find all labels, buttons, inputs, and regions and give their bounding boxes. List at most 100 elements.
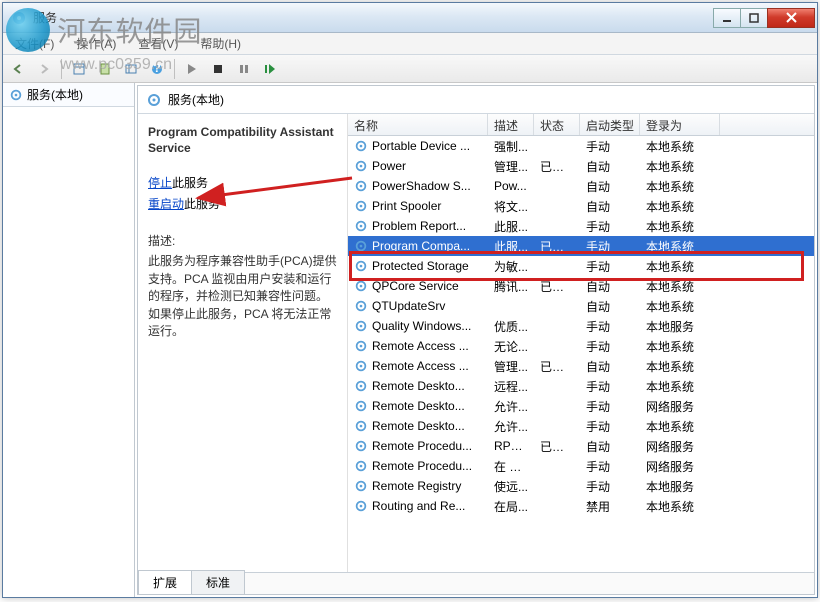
start-service-button[interactable]: [181, 58, 203, 80]
table-row[interactable]: Remote Registry使远...手动本地服务: [348, 476, 814, 496]
col-desc[interactable]: 描述: [488, 114, 534, 135]
description-label: 描述:: [148, 232, 337, 249]
tree-root[interactable]: 服务(本地): [3, 83, 134, 107]
table-row[interactable]: Power管理...已启动自动本地系统: [348, 156, 814, 176]
cell-startup: 自动: [580, 198, 640, 215]
gear-icon: [354, 179, 368, 193]
content-header: 服务(本地): [138, 86, 814, 114]
col-logon[interactable]: 登录为: [640, 114, 720, 135]
cell-desc: 允许...: [488, 398, 534, 415]
cell-desc: 优质...: [488, 318, 534, 335]
gear-icon: [354, 239, 368, 253]
window-title: 服务: [33, 9, 714, 26]
table-header: 名称 描述 状态 启动类型 登录为: [348, 114, 814, 136]
cell-desc: 管理...: [488, 158, 534, 175]
menu-action[interactable]: 操作(A): [70, 33, 122, 54]
cell-logon: 本地系统: [640, 258, 720, 275]
cell-name: Remote Access ...: [348, 339, 488, 353]
restart-link[interactable]: 重启动: [148, 197, 184, 211]
tab-standard[interactable]: 标准: [191, 570, 245, 594]
cell-startup: 手动: [580, 138, 640, 155]
table-row[interactable]: Remote Deskto...远程...手动本地系统: [348, 376, 814, 396]
gear-icon: [354, 399, 368, 413]
stop-service-button[interactable]: [207, 58, 229, 80]
cell-logon: 网络服务: [640, 438, 720, 455]
cell-logon: 本地系统: [640, 278, 720, 295]
gear-icon: [354, 339, 368, 353]
table-row[interactable]: Remote Procedu...在 W...手动网络服务: [348, 456, 814, 476]
cell-desc: 腾讯...: [488, 278, 534, 295]
minimize-button[interactable]: [713, 8, 741, 28]
cell-logon: 本地系统: [640, 178, 720, 195]
help-button[interactable]: ?: [146, 58, 168, 80]
gear-icon: [354, 499, 368, 513]
restart-service-button[interactable]: [259, 58, 281, 80]
refresh-button[interactable]: [120, 58, 142, 80]
cell-status: 已启动: [534, 238, 580, 255]
table-row[interactable]: Remote Procedu...RPC...已启动自动网络服务: [348, 436, 814, 456]
cell-logon: 本地系统: [640, 338, 720, 355]
stop-link[interactable]: 停止: [148, 176, 172, 190]
cell-desc: 远程...: [488, 378, 534, 395]
maximize-button[interactable]: [740, 8, 768, 28]
table-row[interactable]: Remote Access ...管理...已启动自动本地系统: [348, 356, 814, 376]
cell-logon: 本地系统: [640, 138, 720, 155]
cell-name: Power: [348, 159, 488, 173]
table-row[interactable]: Routing and Re...在局...禁用本地系统: [348, 496, 814, 516]
table-row[interactable]: PowerShadow S...Pow...自动本地系统: [348, 176, 814, 196]
cell-name: Remote Procedu...: [348, 439, 488, 453]
cell-startup: 自动: [580, 298, 640, 315]
cell-logon: 网络服务: [640, 458, 720, 475]
col-status[interactable]: 状态: [534, 114, 580, 135]
col-name[interactable]: 名称: [348, 114, 488, 135]
cell-startup: 手动: [580, 338, 640, 355]
cell-startup: 手动: [580, 418, 640, 435]
cell-startup: 手动: [580, 258, 640, 275]
cell-desc: 此服...: [488, 238, 534, 255]
export-button[interactable]: [94, 58, 116, 80]
cell-logon: 本地系统: [640, 498, 720, 515]
stop-suffix: 此服务: [172, 176, 208, 190]
cell-startup: 自动: [580, 158, 640, 175]
table-row[interactable]: Protected Storage为敏...手动本地系统: [348, 256, 814, 276]
table-body[interactable]: Portable Device ...强制...手动本地系统Power管理...…: [348, 136, 814, 572]
col-startup[interactable]: 启动类型: [580, 114, 640, 135]
cell-logon: 本地系统: [640, 418, 720, 435]
cell-desc: Pow...: [488, 179, 534, 193]
toolbar: ?: [3, 55, 817, 83]
table-row[interactable]: Problem Report...此服...手动本地系统: [348, 216, 814, 236]
cell-name: Remote Deskto...: [348, 399, 488, 413]
table-row[interactable]: Quality Windows...优质...手动本地服务: [348, 316, 814, 336]
menu-view[interactable]: 查看(V): [132, 33, 184, 54]
content-panel: 服务(本地) Program Compatibility Assistant S…: [137, 85, 815, 595]
cell-name: QTUpdateSrv: [348, 299, 488, 313]
cell-status: 已启动: [534, 158, 580, 175]
cell-desc: 使远...: [488, 478, 534, 495]
pause-service-button[interactable]: [233, 58, 255, 80]
cell-name: Portable Device ...: [348, 139, 488, 153]
table-row[interactable]: Program Compa...此服...已启动手动本地系统: [348, 236, 814, 256]
gear-icon: [354, 199, 368, 213]
tab-extended[interactable]: 扩展: [138, 570, 192, 594]
cell-desc: 允许...: [488, 418, 534, 435]
table-row[interactable]: QTUpdateSrv自动本地系统: [348, 296, 814, 316]
cell-name: Remote Access ...: [348, 359, 488, 373]
split-body: Program Compatibility Assistant Service …: [138, 114, 814, 572]
show-hide-button[interactable]: [68, 58, 90, 80]
menu-help[interactable]: 帮助(H): [194, 33, 247, 54]
cell-startup: 手动: [580, 478, 640, 495]
cell-desc: 为敏...: [488, 258, 534, 275]
table-row[interactable]: Remote Access ...无论...手动本地系统: [348, 336, 814, 356]
menu-file[interactable]: 文件(F): [9, 33, 60, 54]
back-button[interactable]: [7, 58, 29, 80]
table-row[interactable]: Remote Deskto...允许...手动网络服务: [348, 396, 814, 416]
gear-icon: [9, 88, 23, 102]
table-row[interactable]: Remote Deskto...允许... 手动本地系统: [348, 416, 814, 436]
table-row[interactable]: QPCore Service腾讯...已启动自动本地系统: [348, 276, 814, 296]
cell-name: Remote Deskto...: [348, 419, 488, 433]
forward-button[interactable]: [33, 58, 55, 80]
close-button[interactable]: [767, 8, 815, 28]
svg-text:?: ?: [153, 62, 160, 75]
table-row[interactable]: Print Spooler将文...自动本地系统: [348, 196, 814, 216]
table-row[interactable]: Portable Device ...强制...手动本地系统: [348, 136, 814, 156]
